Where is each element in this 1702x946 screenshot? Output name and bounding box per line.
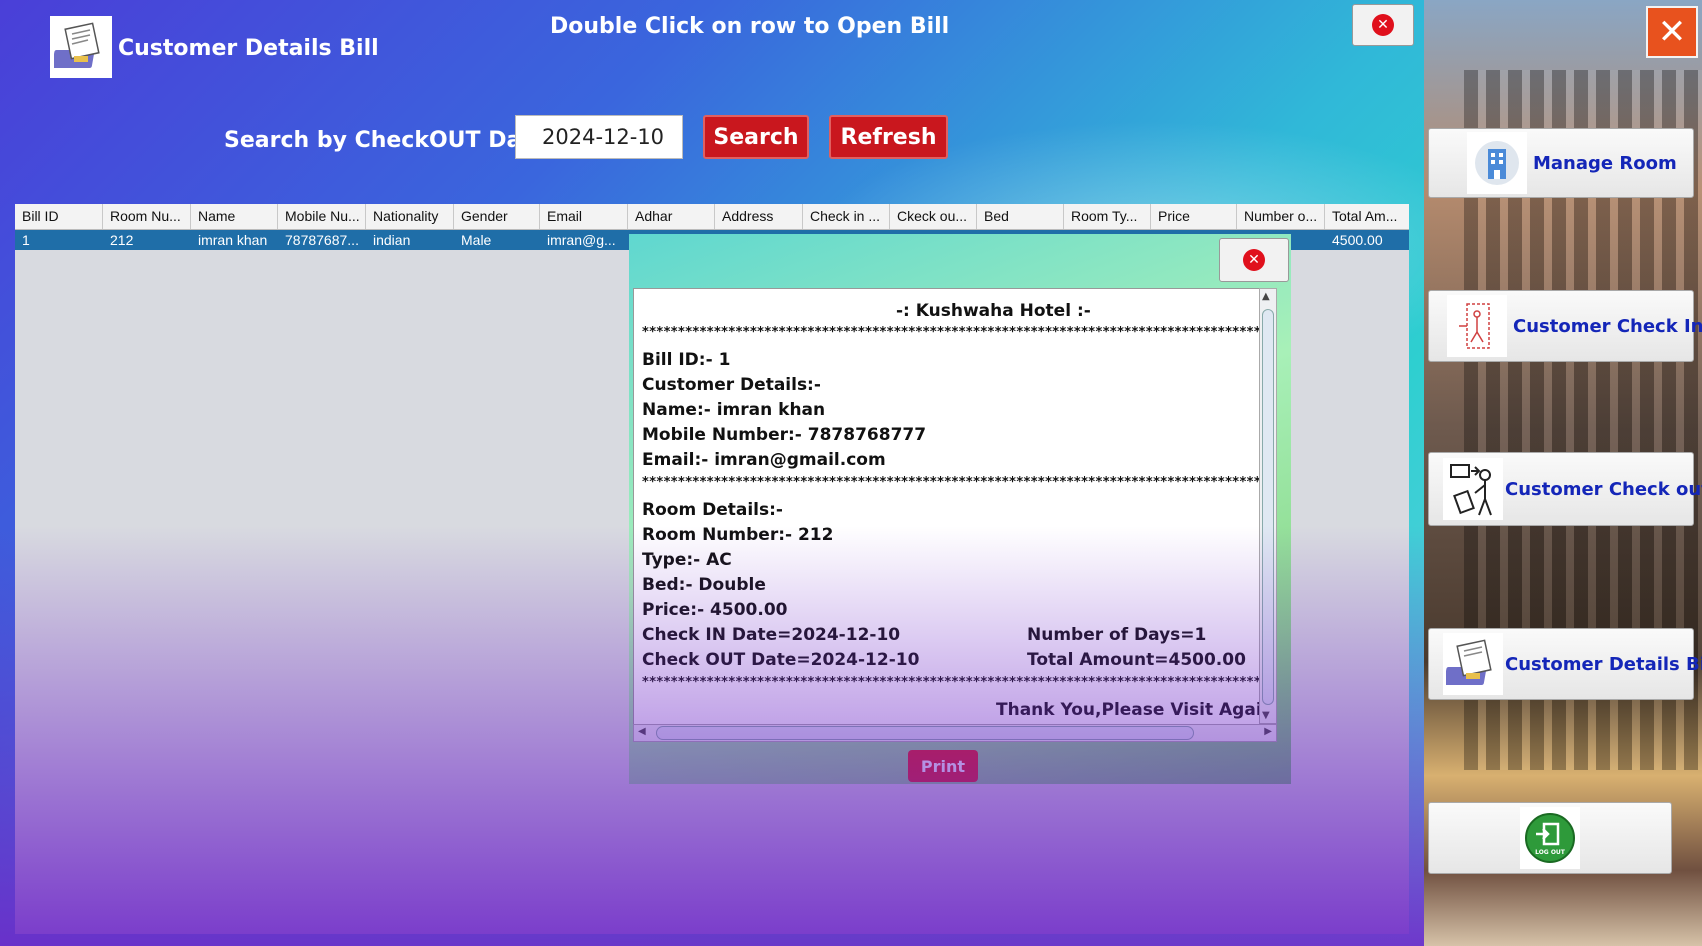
col-bed[interactable]: Bed (977, 204, 1064, 229)
bill-room-number: Room Number:- 212 (642, 525, 834, 545)
customer-details-bill-label: Customer Details Bill (1505, 653, 1702, 675)
customer-details-bill-button[interactable]: Customer Details Bill (1428, 628, 1702, 700)
customer-check-out-label: Customer Check out (1505, 478, 1702, 500)
bill-vertical-scrollbar[interactable]: ▲ ▼ (1259, 288, 1277, 724)
bill-check-out: Check OUT Date=2024-12-10 (642, 650, 920, 670)
hotel-building-icon (1467, 132, 1527, 194)
col-bill-id[interactable]: Bill ID (15, 204, 103, 229)
bill-logo-icon (1443, 633, 1503, 695)
bill-total: Total Amount=4500.00 (1027, 650, 1246, 670)
exit-app-button[interactable]: ✕ (1646, 6, 1698, 58)
close-icon: ✕ (1243, 249, 1265, 271)
cell-gender: Male (461, 232, 492, 248)
close-icon: ✕ (1657, 12, 1687, 52)
print-button[interactable]: Print (908, 750, 978, 782)
cell-email: imran@g... (547, 232, 616, 248)
scroll-right-icon[interactable]: ▶ (1264, 726, 1272, 737)
customer-check-in-button[interactable]: Customer Check In (1428, 290, 1702, 362)
bill-id: Bill ID:- 1 (642, 350, 731, 370)
bill-separator: ****************************************… (642, 675, 1261, 690)
customer-check-in-label: Customer Check In (1513, 315, 1702, 337)
bill-text-area[interactable]: -: Kushwaha Hotel :- *******************… (633, 288, 1261, 726)
col-check-out[interactable]: Ckeck ou... (890, 204, 977, 229)
col-address[interactable]: Address (715, 204, 803, 229)
bill-logo-icon (50, 16, 112, 78)
col-email[interactable]: Email (540, 204, 628, 229)
customer-check-out-button[interactable]: Customer Check out (1428, 452, 1702, 526)
close-window-button[interactable]: ✕ (1352, 4, 1414, 46)
cell-mobile: 78787687... (285, 232, 359, 248)
logout-icon: LOG OUT (1520, 807, 1580, 869)
scroll-up-icon[interactable]: ▲ (1262, 291, 1270, 302)
col-price[interactable]: Price (1151, 204, 1237, 229)
bill-room-heading: Room Details:- (642, 500, 783, 520)
search-button[interactable]: Search (703, 115, 809, 159)
bill-separator: ****************************************… (642, 475, 1261, 490)
cell-name: imran khan (198, 232, 268, 248)
refresh-button[interactable]: Refresh (829, 115, 948, 159)
bill-dialog: ✕ -: Kushwaha Hotel :- *****************… (629, 234, 1291, 784)
col-check-in[interactable]: Check in ... (803, 204, 890, 229)
col-number-of-days[interactable]: Number o... (1237, 204, 1325, 229)
check-out-traveler-icon (1443, 458, 1503, 520)
checkout-date-field[interactable]: 2024-12-10 (515, 115, 683, 159)
col-gender[interactable]: Gender (454, 204, 540, 229)
bill-thanks: Thank You,Please Visit Again. (996, 700, 1261, 720)
col-mobile[interactable]: Mobile Nu... (278, 204, 366, 229)
bill-check-in: Check IN Date=2024-12-10 (642, 625, 901, 645)
main-panel: Customer Details Bill Double Click on ro… (0, 0, 1424, 946)
search-label: Search by CheckOUT Date (224, 128, 547, 153)
bill-customer-name: Name:- imran khan (642, 400, 826, 420)
bill-hotel-name: -: Kushwaha Hotel :- (896, 301, 1091, 321)
manage-room-button[interactable]: Manage Room (1428, 128, 1694, 198)
cell-total-amount: 4500.00 (1332, 232, 1383, 248)
manage-room-label: Manage Room (1533, 152, 1677, 174)
close-icon: ✕ (1372, 14, 1394, 36)
col-room-type[interactable]: Room Ty... (1064, 204, 1151, 229)
cell-room-number: 212 (110, 232, 134, 248)
open-bill-hint: Double Click on row to Open Bill (550, 14, 950, 39)
scroll-down-icon[interactable]: ▼ (1262, 710, 1270, 721)
cell-bill-id: 1 (22, 232, 30, 248)
col-room-number[interactable]: Room Nu... (103, 204, 191, 229)
scroll-thumb[interactable] (1262, 309, 1274, 705)
bill-days: Number of Days=1 (1027, 625, 1207, 645)
col-nationality[interactable]: Nationality (366, 204, 454, 229)
col-name[interactable]: Name (191, 204, 278, 229)
bill-bed: Bed:- Double (642, 575, 766, 595)
col-total-amount[interactable]: Total Am... (1325, 204, 1409, 229)
cell-nationality: indian (373, 232, 411, 248)
checkout-date-value: 2024-12-10 (542, 125, 665, 149)
table-header: Bill ID Room Nu... Name Mobile Nu... Nat… (15, 204, 1409, 230)
close-bill-button[interactable]: ✕ (1219, 238, 1289, 282)
scroll-thumb[interactable] (656, 726, 1194, 740)
bill-email: Email:- imran@gmail.com (642, 450, 886, 470)
scroll-left-icon[interactable]: ◀ (638, 726, 646, 737)
logout-icon-text: LOG OUT (1535, 849, 1566, 856)
col-adhar[interactable]: Adhar (628, 204, 715, 229)
bill-price: Price:- 4500.00 (642, 600, 788, 620)
check-in-door-icon (1447, 295, 1507, 357)
logout-button[interactable]: LOG OUT (1428, 802, 1672, 874)
page-title: Customer Details Bill (118, 36, 379, 61)
bill-mobile: Mobile Number:- 7878768777 (642, 425, 927, 445)
bill-separator: ****************************************… (642, 325, 1261, 340)
bill-room-type: Type:- AC (642, 550, 732, 570)
bill-customer-heading: Customer Details:- (642, 375, 821, 395)
bill-horizontal-scrollbar[interactable]: ◀ ▶ (633, 724, 1277, 742)
